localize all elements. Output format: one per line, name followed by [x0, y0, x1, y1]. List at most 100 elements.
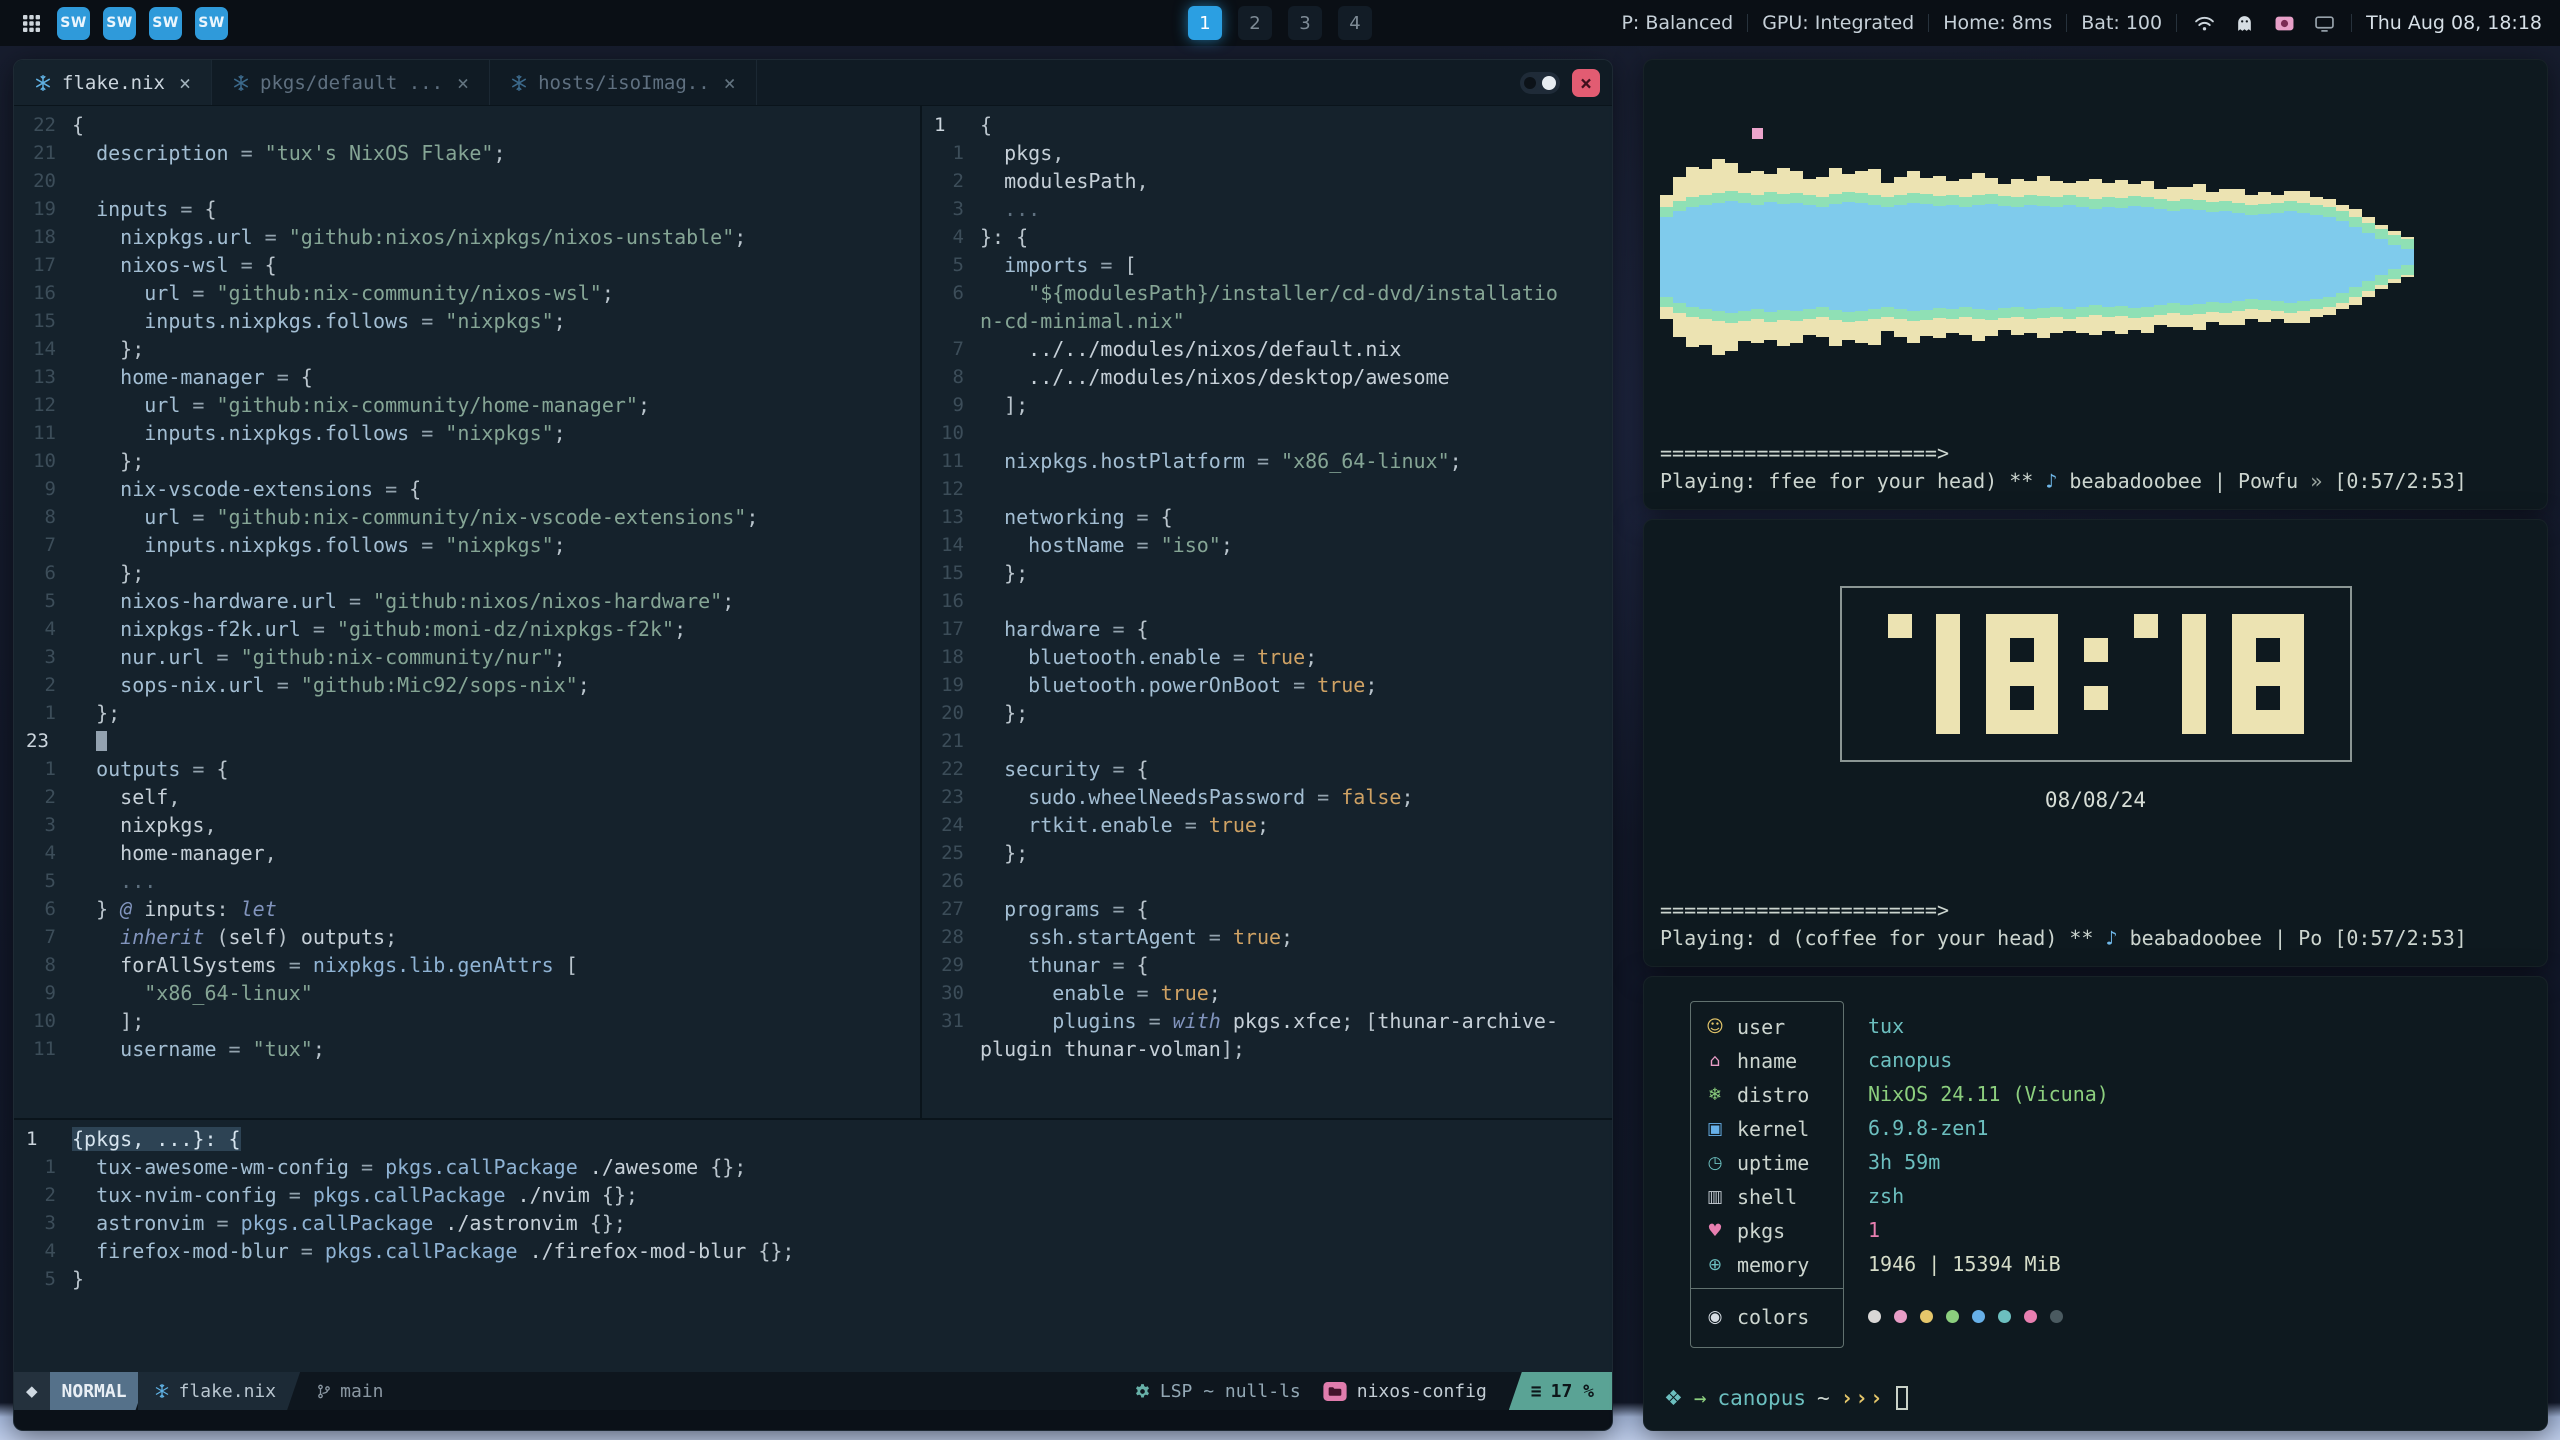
tab-pkgs-default[interactable]: pkgs/default ... × [212, 60, 490, 105]
toggle-knob-light [1542, 76, 1556, 90]
clock-terminal-window[interactable]: 08/08/24 =======================> Playin… [1643, 519, 2548, 967]
line-number: 6 [14, 559, 72, 587]
fetch-box: ☺user⌂hname❄distro▣kernel◷uptime▥shell♥p… [1690, 1001, 1844, 1348]
fetch-terminal-window[interactable]: ☺user⌂hname❄distro▣kernel◷uptime▥shell♥p… [1643, 976, 2548, 1431]
line-number: 1 [922, 111, 980, 139]
clock-digit [2232, 614, 2304, 734]
line-number: 31 [922, 1007, 980, 1035]
tty-clock-display [1840, 586, 2352, 762]
code-line: 29 thunar = { [922, 951, 1612, 979]
wifi-icon[interactable] [2191, 10, 2217, 36]
tag-4[interactable]: 4 [1338, 6, 1372, 40]
code-line: 11 username = "tux"; [14, 1035, 920, 1063]
fetch-label: hname [1737, 1049, 1797, 1073]
editor-window[interactable]: flake.nix × pkgs/default ... × hosts/iso… [13, 59, 1613, 1431]
tag-1[interactable]: 1 [1188, 6, 1222, 40]
topbar-right: P: Balanced GPU: Integrated Home: 8ms Ba… [1621, 10, 2542, 36]
theme-toggle-button[interactable] [1520, 72, 1560, 94]
fetch-label-row: ❄distro [1691, 1078, 1843, 1112]
line-number: 3 [14, 643, 72, 671]
pinned-app-button-2[interactable]: SW [103, 7, 136, 40]
window-close-button[interactable]: × [1572, 69, 1600, 97]
line-number: 29 [922, 951, 980, 979]
code-line: 1 outputs = { [14, 755, 920, 783]
code-line: 11 inputs.nixpkgs.follows = "nixpkgs"; [14, 419, 920, 447]
visualizer-column [2011, 179, 2024, 335]
command-line[interactable] [14, 1410, 1612, 1430]
code-line: 2 modulesPath, [922, 167, 1612, 195]
ghost-icon[interactable] [2231, 10, 2257, 36]
visualizer-column [2401, 237, 2414, 277]
visualizer-column [2141, 181, 2154, 333]
tag-3[interactable]: 3 [1288, 6, 1322, 40]
fetch-label: distro [1737, 1083, 1809, 1107]
code-line: 21 description = "tux's NixOS Flake"; [14, 139, 920, 167]
line-number: 18 [922, 643, 980, 671]
visualizer-column [1777, 168, 1790, 346]
fetch-label-row: ♥pkgs [1691, 1214, 1843, 1248]
right-pane-code[interactable]: 1{1 pkgs,2 modulesPath,3 ...4}: {5 impor… [922, 106, 1612, 1118]
pinned-app-button-3[interactable]: SW [149, 7, 182, 40]
visualizer-column [1686, 167, 1699, 347]
code-line: 9 ]; [922, 391, 1612, 419]
bottom-pane-code[interactable]: 1{pkgs, ...}: {1 tux-awesome-wm-config =… [14, 1118, 1612, 1372]
screenshot-icon[interactable] [2271, 10, 2297, 36]
tag-2[interactable]: 2 [1238, 6, 1272, 40]
tray-icon[interactable] [2311, 10, 2337, 36]
tab-hosts-isoimage[interactable]: hosts/isoImag.. × [490, 60, 757, 105]
filename-label: flake.nix [179, 1381, 277, 1402]
visualizer-column [2245, 195, 2258, 319]
line-number: 25 [922, 839, 980, 867]
code-line: 21 [922, 727, 1612, 755]
fetch-value-kernel: 6.9.8-zen1 [1868, 1111, 2109, 1145]
tab-label: pkgs/default ... [260, 72, 443, 94]
fetch-label: kernel [1737, 1117, 1809, 1141]
line-number: 28 [922, 923, 980, 951]
app-launcher-icon[interactable] [18, 10, 44, 36]
code-line: 10 [922, 419, 1612, 447]
code-line: 7 inherit (self) outputs; [14, 923, 920, 951]
tab-label: flake.nix [62, 72, 165, 94]
tab-close-icon[interactable]: × [179, 71, 191, 95]
prompt-path: ~ [1817, 1386, 1830, 1410]
visualizer-column [2024, 181, 2037, 333]
line-number: 22 [14, 111, 72, 139]
fetch-value-distro: NixOS 24.11 (Vicuna) [1868, 1077, 2109, 1111]
visualizer-column [2089, 179, 2102, 335]
line-number: 12 [922, 475, 980, 503]
line-number: 7 [922, 335, 980, 363]
uptime-icon: ◷ [1705, 1153, 1725, 1173]
visualizer-terminal-window[interactable]: =======================> Playing: ffee f… [1643, 59, 2548, 510]
power-profile-status: P: Balanced [1621, 12, 1733, 34]
color-swatch [1920, 1310, 1933, 1323]
pkgs-icon: ♥ [1705, 1221, 1725, 1241]
code-line: 25 }; [922, 839, 1612, 867]
visualizer-column [2362, 217, 2375, 297]
tab-close-icon[interactable]: × [724, 71, 736, 95]
line-number: 1 [922, 139, 980, 167]
line-number: 24 [922, 811, 980, 839]
left-pane-code[interactable]: 22{21 description = "tux's NixOS Flake";… [14, 106, 922, 1118]
pinned-app-button-4[interactable]: SW [195, 7, 228, 40]
code-line: 20 }; [922, 699, 1612, 727]
visualizer-column [1725, 163, 1738, 351]
tab-close-icon[interactable]: × [457, 71, 469, 95]
datetime-display[interactable]: Thu Aug 08, 18:18 [2366, 12, 2542, 34]
shell-prompt[interactable]: ❖ → canopus ~ ››› [1664, 1386, 2531, 1410]
visualizer-column [2284, 191, 2297, 323]
visualizer-column [1751, 171, 1764, 343]
color-swatch [1894, 1310, 1907, 1323]
divider [1928, 14, 1929, 32]
visualizer-column [1985, 178, 1998, 336]
line-number: 12 [14, 391, 72, 419]
code-line: 12 [922, 475, 1612, 503]
code-line: 11 nixpkgs.hostPlatform = "x86_64-linux"… [922, 447, 1612, 475]
pinned-app-button-1[interactable]: SW [57, 7, 90, 40]
prompt-arrow-icon: → [1694, 1386, 1707, 1410]
visualizer-column [1790, 171, 1803, 343]
nix-file-icon [34, 74, 52, 92]
hname-icon: ⌂ [1705, 1051, 1725, 1071]
fetch-label-row: ◷uptime [1691, 1146, 1843, 1180]
tab-flake-nix[interactable]: flake.nix × [14, 60, 212, 105]
line-number: 4 [14, 615, 72, 643]
